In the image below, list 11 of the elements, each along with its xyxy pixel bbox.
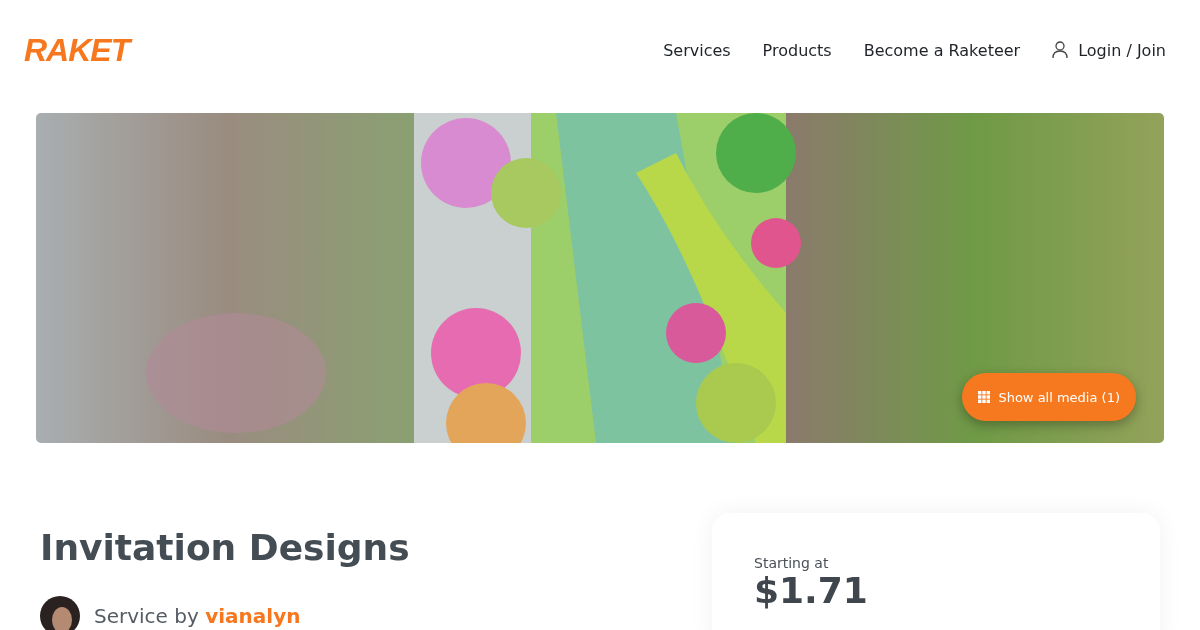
login-link[interactable]: Login / Join [1078, 40, 1166, 60]
nav-link[interactable]: Products [762, 40, 832, 60]
service-title: Invitation Designs [40, 527, 410, 568]
nav-link[interactable]: Become a Raketeer [863, 40, 1021, 60]
grid-icon [978, 391, 991, 403]
seller-line: Service by vianalyn [94, 604, 301, 628]
price: $1.71 [754, 571, 869, 611]
user-icon [1052, 41, 1069, 59]
starting-label: Starting at [754, 555, 830, 571]
nav-link[interactable]: Services [663, 40, 731, 60]
avatar [40, 596, 80, 630]
